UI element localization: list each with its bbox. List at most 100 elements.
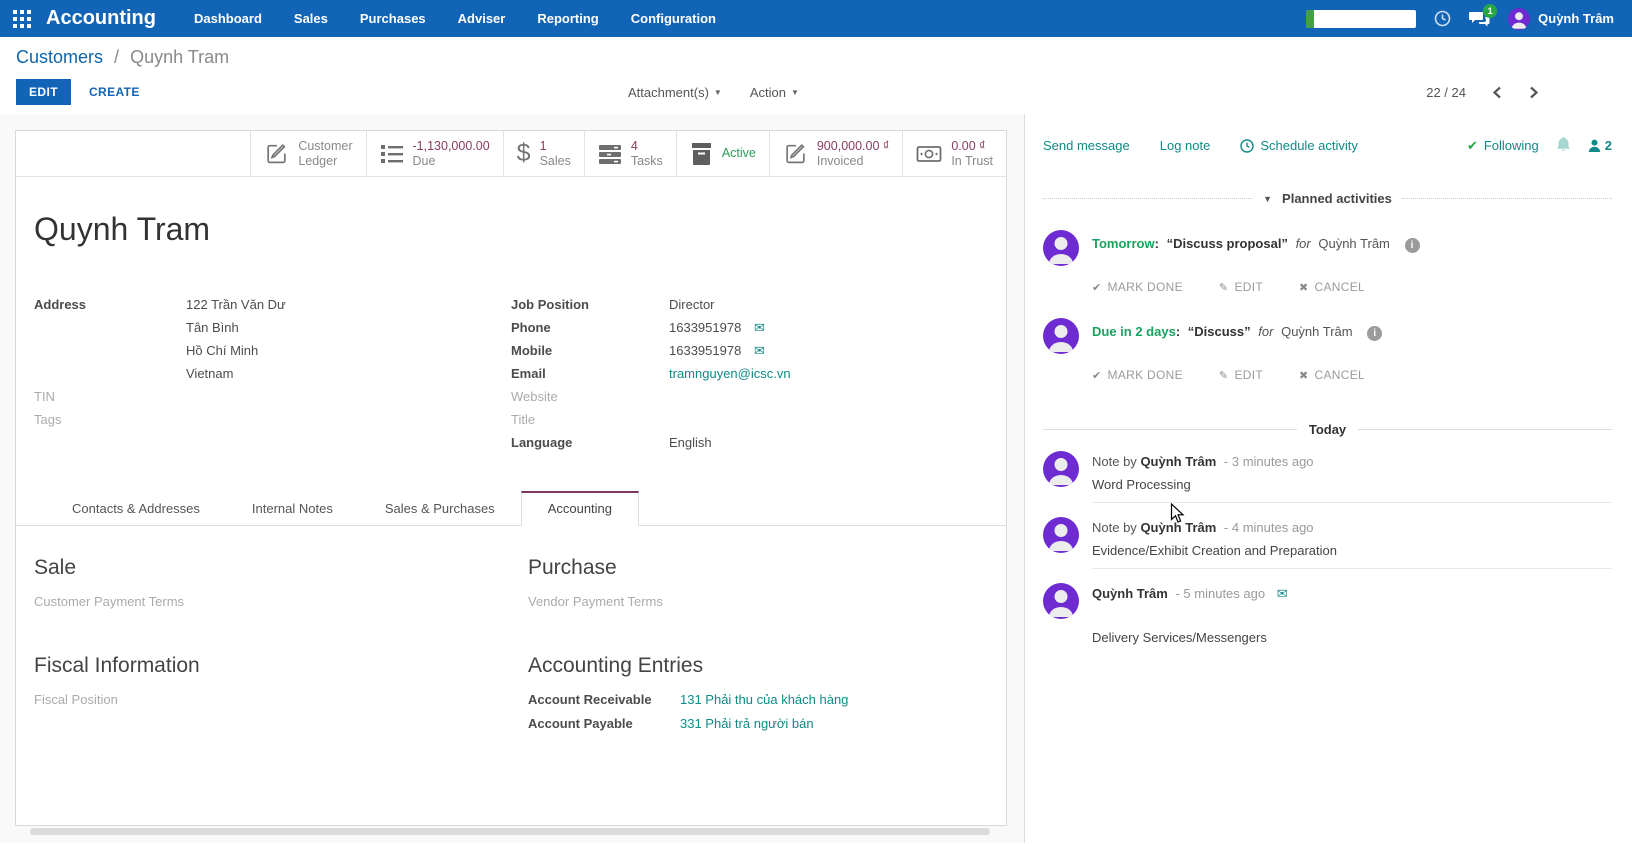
user-avatar [1508,7,1531,30]
account-receivable-link[interactable]: 131 Phải thu của khách hàng [680,691,988,708]
cancel-activity-button[interactable]: ✖ CANCEL [1299,368,1365,382]
avatar [1043,583,1079,619]
activity-due-date: Tomorrow [1092,236,1155,251]
message-item: Quỳnh Trâm - 5 minutes ago ✉ Delivery Se… [1043,583,1612,655]
mark-done-button[interactable]: ✔ MARK DONE [1092,280,1183,294]
message-author: Quỳnh Trâm [1140,520,1217,535]
fiscal-information-heading: Fiscal Information [34,654,200,677]
in-trust-stat-button[interactable]: 0.00 ₫ In Trust [902,131,1006,176]
pencil-icon: ✎ [1218,281,1229,294]
timer-progress-bar [1306,9,1315,28]
tab-internal-notes[interactable]: Internal Notes [226,491,359,525]
edit-activity-button[interactable]: ✎ EDIT [1219,280,1263,294]
money-bill-icon [916,145,942,162]
menu-configuration[interactable]: Configuration [631,11,716,26]
title-label: Title [511,412,536,427]
invoiced-stat-button[interactable]: 900,000.00 ₫ Invoiced [768,131,902,176]
chatter-panel: Send message Log note Schedule activity … [1024,114,1632,843]
account-receivable-label: Account Receivable [528,692,652,707]
user-menu[interactable]: Quỳnh Trâm [1508,7,1614,30]
avatar [1043,318,1079,354]
sms-envelope-icon[interactable]: ✉ [754,320,765,335]
pager: 22 / 24 [1426,85,1538,100]
cancel-activity-button[interactable]: ✖ CANCEL [1299,280,1365,294]
message-timestamp: - 5 minutes ago [1175,586,1266,601]
address-city: Tân Bình [186,320,239,335]
menu-reporting[interactable]: Reporting [537,11,598,26]
activity-due-date: Due in 2 days [1092,324,1176,339]
followers-button[interactable]: 2 [1588,138,1612,153]
clock-icon[interactable] [1434,10,1451,27]
timer-widget[interactable] [1306,9,1417,28]
message-item: Note by Quỳnh Trâm - 3 minutes ago Word … [1043,451,1612,503]
control-panel-buttons: EDIT CREATE Attachment(s) ▼ Action ▼ 22 … [16,78,1616,106]
breadcrumb: Customers / Quynh Tram [16,47,1616,68]
phone-value-row: 1633951978 ✉ [669,320,765,335]
apps-grid-icon[interactable] [12,9,32,29]
accounting-tab-content: Sale Customer Payment Terms Purchase Ven… [16,526,1006,732]
horizontal-scrollbar[interactable] [30,828,990,835]
send-message-button[interactable]: Send message [1043,138,1130,153]
activity-assignee: Quỳnh Trâm [1281,324,1353,339]
email-link[interactable]: tramnguyen@icsc.vn [669,366,791,381]
menu-dashboard[interactable]: Dashboard [194,11,262,26]
tasks-stat-button[interactable]: 4 Tasks [583,131,676,176]
main-menu: Dashboard Sales Purchases Adviser Report… [194,11,716,26]
job-position-value: Director [669,297,715,312]
language-label: Language [511,435,573,450]
address-street: 122 Trần Văn Dư [186,297,286,312]
app-title[interactable]: Accounting [46,7,156,30]
customer-payment-terms-label: Customer Payment Terms [34,594,185,609]
today-title: Today [1308,422,1347,437]
following-button[interactable]: ✔ Following [1467,138,1539,154]
active-archive-stat-button[interactable]: Active [675,131,769,176]
attachments-dropdown[interactable]: Attachment(s) ▼ [628,85,722,100]
due-stat-button[interactable]: -1,130,000.00 Due [365,131,503,176]
action-dropdown[interactable]: Action ▼ [750,85,799,100]
job-position-label: Job Position [511,297,589,312]
create-button[interactable]: CREATE [89,85,140,99]
tasks-icon [598,144,621,164]
planned-activities-separator: ▼ Planned activities [1043,191,1612,206]
menu-adviser[interactable]: Adviser [458,11,506,26]
archive-box-icon [691,142,711,165]
pager-previous-button[interactable] [1493,86,1502,99]
mail-envelope-icon[interactable]: ✉ [1277,586,1288,601]
info-icon[interactable]: i [1367,326,1383,341]
messages-icon[interactable]: 1 [1469,3,1498,28]
tab-accounting[interactable]: Accounting [520,491,640,526]
menu-purchases[interactable]: Purchases [360,11,426,26]
message-author: Quỳnh Trâm [1092,586,1168,601]
list-icon [380,144,403,163]
message-timestamp: - 4 minutes ago [1223,520,1314,535]
account-payable-link[interactable]: 331 Phải trả người bán [680,715,988,732]
schedule-activity-button[interactable]: Schedule activity [1240,138,1358,153]
breadcrumb-current: Quynh Tram [130,47,230,67]
edit-activity-button[interactable]: ✎ EDIT [1219,368,1263,382]
pager-next-button[interactable] [1529,86,1538,99]
tab-sales-purchases[interactable]: Sales & Purchases [359,491,521,525]
notification-bell-icon[interactable] [1556,136,1571,155]
record-dropdowns: Attachment(s) ▼ Action ▼ [628,85,799,100]
collapse-caret-icon[interactable]: ▼ [1263,194,1272,204]
message-timestamp: - 3 minutes ago [1223,454,1314,469]
partner-name-title: Quynh Tram [34,211,211,247]
check-icon: ✔ [1092,369,1102,382]
tab-contacts-addresses[interactable]: Contacts & Addresses [46,491,226,525]
follower-person-icon [1588,139,1600,152]
avatar [1043,451,1079,487]
clock-icon [1240,138,1255,153]
accounting-entries-heading: Accounting Entries [528,654,704,677]
mobile-value-row: 1633951978 ✉ [669,343,765,358]
mark-done-button[interactable]: ✔ MARK DONE [1092,368,1183,382]
menu-sales[interactable]: Sales [294,11,328,26]
breadcrumb-customers-link[interactable]: Customers [16,47,103,67]
edit-button[interactable]: EDIT [16,79,71,105]
info-icon[interactable]: i [1404,238,1420,253]
customer-ledger-stat-button[interactable]: Customer Ledger [250,131,365,176]
sales-stat-button[interactable]: $ 1 Sales [502,131,584,176]
sms-envelope-icon[interactable]: ✉ [754,343,765,358]
pager-value[interactable]: 22 / 24 [1426,85,1466,100]
log-note-button[interactable]: Log note [1160,138,1211,153]
sale-heading: Sale [34,556,77,579]
